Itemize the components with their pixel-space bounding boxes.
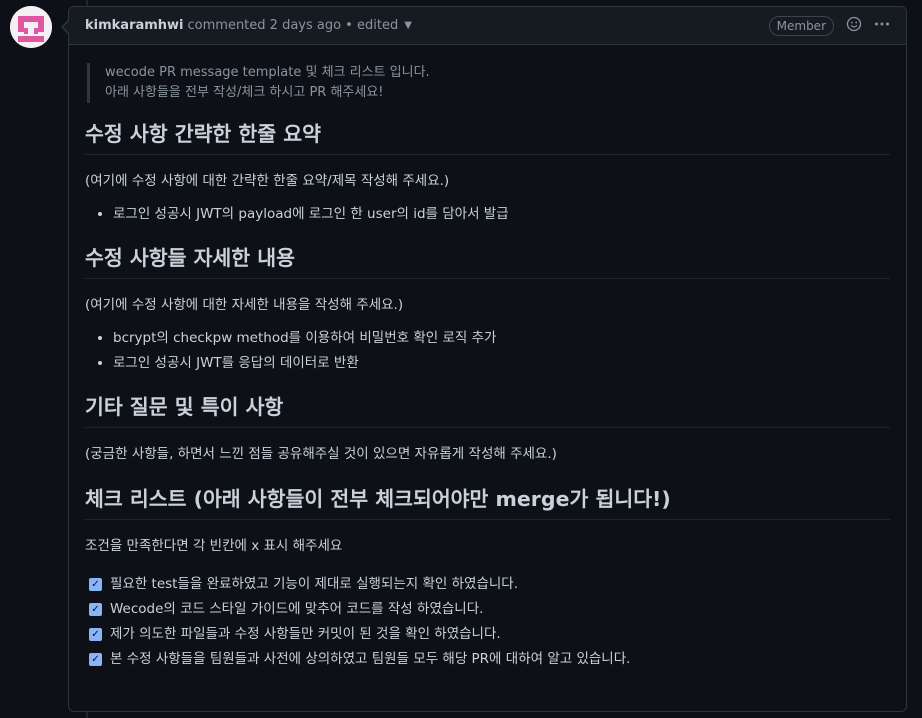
section-heading: 체크 리스트 (아래 사항들이 전부 체크되어야만 merge가 됩니다!) xyxy=(85,482,890,520)
task-item: ✓ Wecode의 코드 스타일 가이드에 맞추어 코드를 작성 하였습니다. xyxy=(89,597,890,622)
comment-box: kimkaramhwi commented 2 days ago • edite… xyxy=(68,6,907,712)
section-heading: 수정 사항들 자세한 내용 xyxy=(85,241,890,279)
checkbox-checked-icon[interactable]: ✓ xyxy=(89,603,102,616)
section-desc: (여기에 수정 사항에 대한 자세한 내용을 작성해 주세요.) xyxy=(85,297,404,313)
checkbox-checked-icon[interactable]: ✓ xyxy=(89,628,102,641)
author-link[interactable]: kimkaramhwi xyxy=(85,18,184,33)
comment-meta[interactable]: commented 2 days ago • edited xyxy=(188,18,399,33)
blockquote: wecode PR message template 및 체크 리스트 입니다.… xyxy=(87,63,890,103)
bullet-list: bcrypt의 checkpw method를 이용하여 비밀번호 확인 로직 … xyxy=(85,326,890,376)
comment-pointer-inner xyxy=(63,21,69,33)
section-heading: 기타 질문 및 특이 사항 xyxy=(85,390,890,428)
smiley-icon[interactable] xyxy=(846,16,862,35)
comment-header: kimkaramhwi commented 2 days ago • edite… xyxy=(69,7,906,45)
bullet-list: 로그인 성공시 JWT의 payload에 로그인 한 user의 id를 담아… xyxy=(85,202,890,227)
section-desc: 조건을 만족한다면 각 빈칸에 x 표시 해주세요 xyxy=(85,538,343,554)
member-badge: Member xyxy=(768,15,834,36)
task-label: 필요한 test들을 완료하였고 기능이 제대로 실행되는지 확인 하였습니다. xyxy=(110,576,519,592)
kebab-icon[interactable] xyxy=(874,16,890,35)
task-label: 본 수정 사항들을 팀원들과 사전에 상의하였고 팀원들 모두 해당 PR에 대… xyxy=(110,651,631,667)
checkbox-checked-icon[interactable]: ✓ xyxy=(89,578,102,591)
task-list: ✓ 필요한 test들을 완료하였고 기능이 제대로 실행되는지 확인 하였습니… xyxy=(85,572,890,672)
checkbox-checked-icon[interactable]: ✓ xyxy=(89,653,102,666)
caret-down-icon[interactable]: ▼ xyxy=(404,20,412,31)
list-item: 로그인 성공시 JWT의 payload에 로그인 한 user의 id를 담아… xyxy=(113,202,890,227)
section-heading: 수정 사항 간략한 한줄 요약 xyxy=(85,117,890,155)
section-desc: (궁금한 사항들, 하면서 느낀 점들 공유해주실 것이 있으면 자유롭게 작성… xyxy=(85,446,557,462)
comment-body: wecode PR message template 및 체크 리스트 입니다.… xyxy=(69,45,906,672)
header-actions: Member xyxy=(768,15,890,36)
task-item: ✓ 본 수정 사항들을 팀원들과 사전에 상의하였고 팀원들 모두 해당 PR에… xyxy=(89,647,890,672)
section-desc: (여기에 수정 사항에 대한 간략한 한줄 요약/제목 작성해 주세요.) xyxy=(85,173,450,189)
task-label: 제가 의도한 파일들과 수정 사항들만 커밋이 된 것을 확인 하였습니다. xyxy=(110,626,501,642)
list-item: 로그인 성공시 JWT를 응답의 데이터로 반환 xyxy=(113,351,890,376)
quote-line: wecode PR message template 및 체크 리스트 입니다. xyxy=(105,65,430,80)
quote-line: 아래 사항들을 전부 작성/체크 하시고 PR 해주세요! xyxy=(105,85,384,100)
task-item: ✓ 필요한 test들을 완료하였고 기능이 제대로 실행되는지 확인 하였습니… xyxy=(89,572,890,597)
task-label: Wecode의 코드 스타일 가이드에 맞추어 코드를 작성 하였습니다. xyxy=(110,601,484,617)
avatar-identicon xyxy=(10,6,52,48)
list-item: bcrypt의 checkpw method를 이용하여 비밀번호 확인 로직 … xyxy=(113,326,890,351)
avatar[interactable] xyxy=(10,6,52,48)
task-item: ✓ 제가 의도한 파일들과 수정 사항들만 커밋이 된 것을 확인 하였습니다. xyxy=(89,622,890,647)
